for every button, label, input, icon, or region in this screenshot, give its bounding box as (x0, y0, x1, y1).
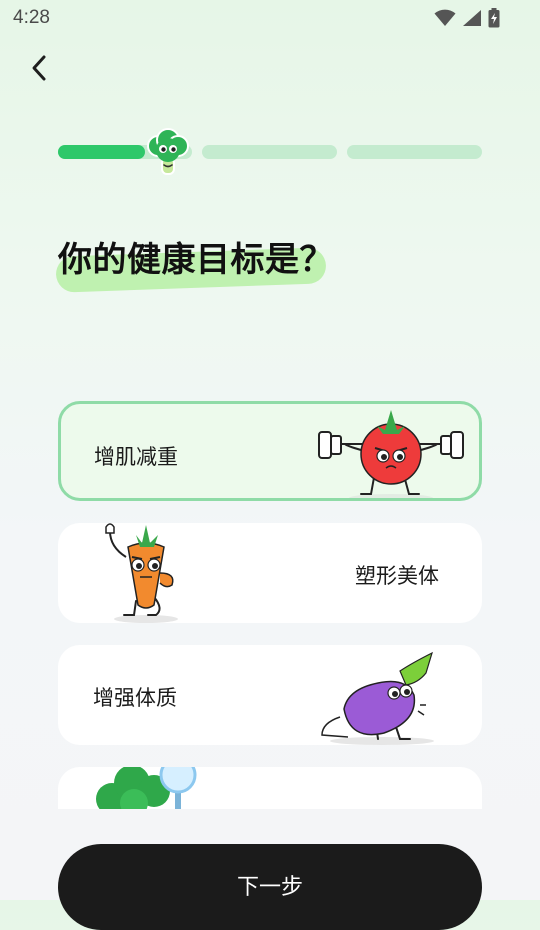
option-label: 增强体质 (93, 686, 177, 710)
broccoli-magnifier-icon (96, 767, 197, 809)
page-title: 你的健康目标是？ (58, 240, 334, 280)
next-button[interactable]: 下一步 (58, 844, 482, 930)
option-label: 塑形美体 (355, 564, 439, 588)
cellular-signal-icon (463, 10, 481, 26)
option-build-physique[interactable]: 增强体质 (58, 645, 482, 745)
option-body-shaping[interactable]: 塑形美体 (58, 523, 482, 623)
status-time: 4:28 (13, 7, 50, 28)
option-muscle-gain-weight-loss[interactable]: 增肌减重 (58, 401, 482, 501)
wifi-icon (434, 9, 456, 26)
progress-step-1-fill (58, 145, 146, 159)
broccoli-mascot-icon (147, 128, 189, 175)
title-area: 你的健康目标是？ (55, 232, 334, 293)
goal-options-list[interactable]: 增肌减重 塑形美体 增强体质 (58, 401, 482, 809)
option-4[interactable] (58, 767, 482, 809)
progress-step-2 (202, 145, 337, 159)
eggplant-pushup-icon (321, 651, 434, 745)
progress-step-3 (347, 145, 482, 159)
tomato-weightlifting-icon (318, 410, 464, 498)
step-progress (58, 145, 482, 159)
carrot-flexing-icon (105, 523, 178, 623)
next-button-label: 下一步 (236, 875, 303, 900)
option-label: 增肌减重 (94, 445, 178, 469)
battery-charging-icon (488, 8, 500, 28)
status-icons (434, 8, 500, 28)
chevron-left-icon (32, 55, 46, 81)
back-button[interactable] (22, 50, 58, 86)
status-bar: 4:28 (0, 0, 540, 36)
